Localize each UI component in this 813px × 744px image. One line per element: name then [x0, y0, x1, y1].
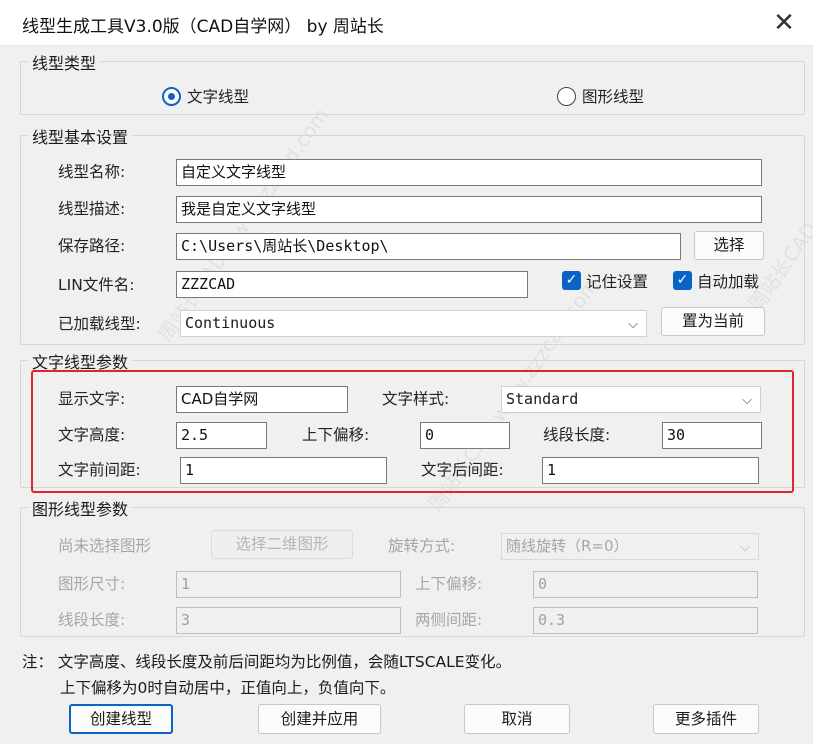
- rotation-value: 随线旋转（R=0）: [506, 537, 629, 555]
- create-and-apply-button[interactable]: 创建并应用: [258, 704, 381, 734]
- create-linetype-button[interactable]: 创建线型: [69, 704, 173, 734]
- linetype-type-group-label: 线型类型: [28, 50, 101, 74]
- radio-unselected-icon[interactable]: [557, 87, 576, 106]
- remember-settings-label: 记住设置: [586, 273, 649, 291]
- loaded-linetype-label: 已加载线型:: [58, 315, 141, 333]
- space-after-label: 文字后间距:: [421, 461, 504, 479]
- text-style-label: 文字样式:: [382, 390, 450, 408]
- offset-label: 上下偏移:: [302, 426, 370, 444]
- cancel-button[interactable]: 取消: [464, 704, 570, 734]
- close-icon[interactable]: ✕: [768, 8, 800, 38]
- lin-filename-input[interactable]: ZZZCAD: [176, 271, 528, 298]
- save-path-input[interactable]: C:\Users\周站长\Desktop\: [176, 233, 681, 260]
- description-input[interactable]: 我是自定义文字线型: [176, 196, 762, 223]
- more-plugins-button[interactable]: 更多插件: [653, 704, 759, 734]
- window-title: 线型生成工具V3.0版（CAD自学网） by 周站长: [22, 17, 384, 37]
- shape-offset-input[interactable]: 0: [533, 571, 758, 598]
- note-line-1: 注： 文字高度、线段长度及前后间距均为比例值，会随LTSCALE变化。: [22, 653, 512, 671]
- name-label: 线型名称:: [58, 163, 126, 181]
- save-path-label: 保存路径:: [58, 237, 126, 255]
- text-style-value: Standard: [506, 390, 579, 408]
- shape-size-label: 图形尺寸:: [58, 575, 126, 593]
- lin-filename-label: LIN文件名:: [58, 276, 135, 294]
- radio-text-linetype-label: 文字线型: [187, 88, 250, 106]
- offset-input[interactable]: 0: [420, 422, 510, 449]
- note-line-2: 上下偏移为0时自动居中，正值向上，负值向下。: [60, 679, 396, 697]
- auto-load-checkbox[interactable]: ✓ 自动加载: [673, 270, 773, 292]
- set-current-button[interactable]: 置为当前: [661, 307, 765, 336]
- space-before-input[interactable]: 1: [180, 457, 387, 484]
- loaded-linetype-value: Continuous: [185, 314, 276, 332]
- space-after-input[interactable]: 1: [542, 457, 759, 484]
- title-bar: 线型生成工具V3.0版（CAD自学网） by 周站长 ✕: [0, 0, 813, 46]
- name-input[interactable]: 自定义文字线型: [176, 159, 762, 186]
- text-height-input[interactable]: 2.5: [176, 422, 267, 449]
- display-text-input[interactable]: CAD自学网: [176, 386, 348, 413]
- rotation-select[interactable]: 随线旋转（R=0） ⌵: [501, 533, 759, 560]
- text-height-label: 文字高度:: [58, 426, 126, 444]
- text-style-select[interactable]: Standard ⌵: [501, 386, 761, 413]
- rotation-label: 旋转方式:: [388, 537, 456, 555]
- display-text-label: 显示文字:: [58, 390, 126, 408]
- chevron-down-icon: ⌵: [628, 317, 638, 332]
- description-label: 线型描述:: [58, 200, 126, 218]
- space-before-label: 文字前间距:: [58, 461, 141, 479]
- auto-load-label: 自动加载: [697, 273, 760, 291]
- chevron-down-icon: ⌵: [740, 540, 750, 555]
- segment-length-input[interactable]: 30: [662, 422, 762, 449]
- no-shape-label: 尚未选择图形: [58, 537, 152, 555]
- checkmark-icon[interactable]: ✓: [673, 271, 692, 290]
- shape-segment-input[interactable]: 3: [176, 607, 401, 634]
- shape-offset-label: 上下偏移:: [415, 575, 483, 593]
- checkmark-icon[interactable]: ✓: [562, 271, 581, 290]
- loaded-linetype-select[interactable]: Continuous ⌵: [180, 310, 647, 337]
- radio-shape-linetype-label: 图形线型: [582, 88, 645, 106]
- shape-gap-input[interactable]: 0.3: [533, 607, 758, 634]
- basic-settings-group-label: 线型基本设置: [28, 124, 133, 148]
- shape-gap-label: 两侧间距:: [415, 611, 483, 629]
- shape-params-group-label: 图形线型参数: [28, 496, 133, 520]
- radio-selected-icon[interactable]: [162, 87, 181, 106]
- linetype-type-group: [20, 61, 805, 115]
- chevron-down-icon: ⌵: [742, 393, 752, 408]
- shape-size-input[interactable]: 1: [176, 571, 401, 598]
- browse-button[interactable]: 选择: [694, 231, 764, 260]
- select-shape-button[interactable]: 选择二维图形: [211, 530, 353, 559]
- shape-segment-label: 线段长度:: [58, 611, 126, 629]
- segment-length-label: 线段长度:: [543, 426, 611, 444]
- remember-settings-checkbox[interactable]: ✓ 记住设置: [562, 270, 662, 292]
